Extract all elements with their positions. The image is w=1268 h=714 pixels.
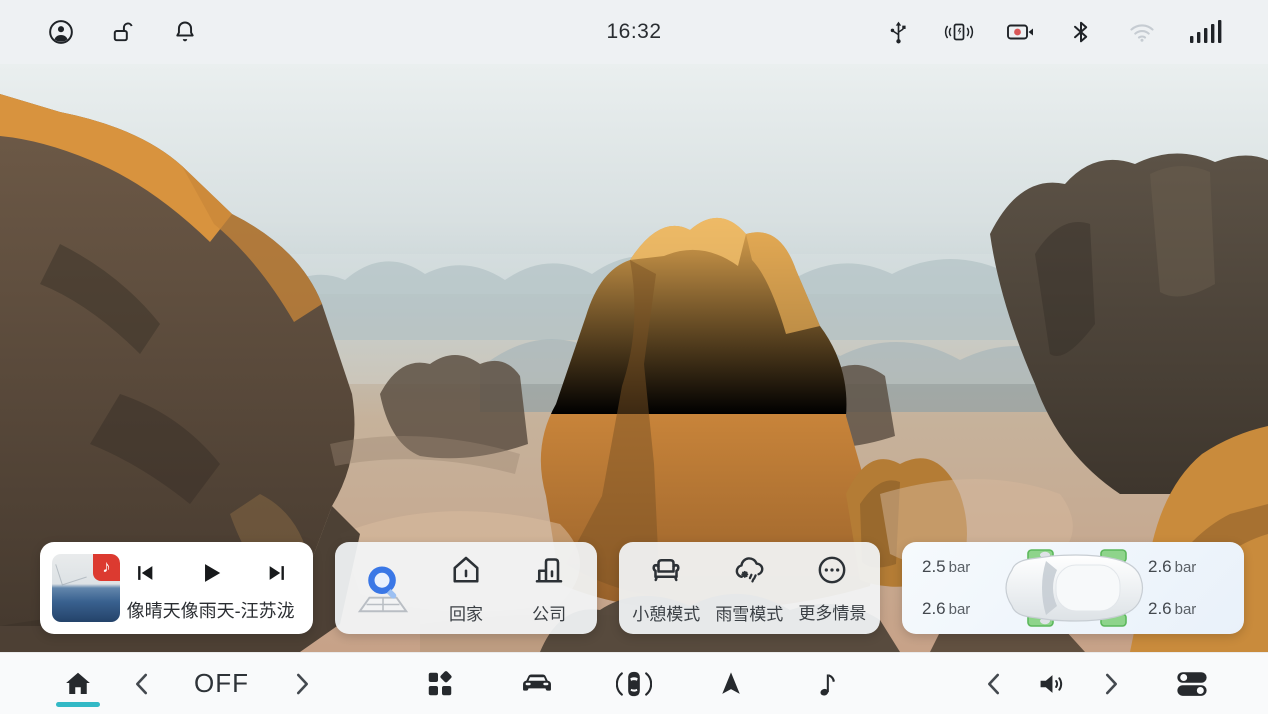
scene-card: 小憩模式 雨雪模式 xyxy=(619,542,880,634)
status-bar: 16:32 xyxy=(0,0,1268,64)
armchair-icon xyxy=(648,552,684,593)
dock-music-button[interactable] xyxy=(808,660,848,708)
map-shortcut[interactable] xyxy=(341,550,424,626)
tire-rear-left-value: 2.6bar xyxy=(922,599,970,619)
dock-quick-controls-button[interactable] xyxy=(1172,660,1212,708)
tire-pressure-card[interactable]: 2.5bar 2.6bar xyxy=(902,542,1244,634)
netease-music-logo-icon: ♪ xyxy=(93,554,120,581)
scene-more[interactable]: 更多情景 xyxy=(791,550,874,626)
next-track-button[interactable] xyxy=(266,562,288,584)
scene-more-label: 更多情景 xyxy=(798,599,866,624)
dock-navigation-button[interactable] xyxy=(711,660,751,708)
scene-rain-snow-mode[interactable]: 雨雪模式 xyxy=(708,550,791,626)
office-building-icon xyxy=(531,552,567,593)
dock-vehicle-button[interactable] xyxy=(517,660,557,708)
climate-decrease-chevron[interactable] xyxy=(128,664,154,704)
car-home-screen: 16:32 xyxy=(0,0,1268,714)
dock-home-button[interactable] xyxy=(58,660,98,708)
play-button[interactable] xyxy=(198,560,224,586)
dock-parking-view-button[interactable] xyxy=(614,660,654,708)
album-art[interactable]: ♪ xyxy=(52,554,120,622)
bottom-dock: OFF xyxy=(0,652,1268,714)
scene-nap-mode[interactable]: 小憩模式 xyxy=(625,550,708,626)
scene-rain-snow-label: 雨雪模式 xyxy=(715,600,783,625)
tire-front-right-value: 2.6bar xyxy=(1148,557,1196,577)
climate-increase-chevron[interactable] xyxy=(289,664,315,704)
car-top-view xyxy=(998,554,1148,622)
cloud-snow-icon xyxy=(730,552,768,593)
clock: 16:32 xyxy=(0,20,1268,44)
navigation-card: 回家 公司 xyxy=(335,542,596,634)
home-outline-icon xyxy=(448,552,484,593)
more-dots-icon xyxy=(815,553,849,592)
previous-track-button[interactable] xyxy=(134,562,156,584)
dock-home-active-indicator xyxy=(56,702,100,707)
dock-volume-button[interactable] xyxy=(1032,660,1072,708)
dock-apps-button[interactable] xyxy=(420,660,460,708)
climate-temperature-value[interactable]: OFF xyxy=(184,668,259,699)
nav-home-shortcut[interactable]: 回家 xyxy=(424,550,507,626)
media-card[interactable]: ♪ xyxy=(40,542,313,634)
song-title[interactable]: 像晴天像雨天-汪苏泷 xyxy=(127,597,295,623)
nav-office-shortcut[interactable]: 公司 xyxy=(508,550,591,626)
tire-rear-right-value: 2.6bar xyxy=(1148,599,1196,619)
nav-office-label: 公司 xyxy=(532,600,566,625)
album-art-sketch xyxy=(55,557,87,586)
nav-home-label: 回家 xyxy=(449,600,483,625)
volume-down-chevron[interactable] xyxy=(980,664,1006,704)
scene-nap-label: 小憩模式 xyxy=(632,600,700,625)
quick-cards-row: ♪ xyxy=(40,542,1244,634)
tire-front-left-value: 2.5bar xyxy=(922,557,970,577)
volume-up-chevron[interactable] xyxy=(1098,664,1124,704)
